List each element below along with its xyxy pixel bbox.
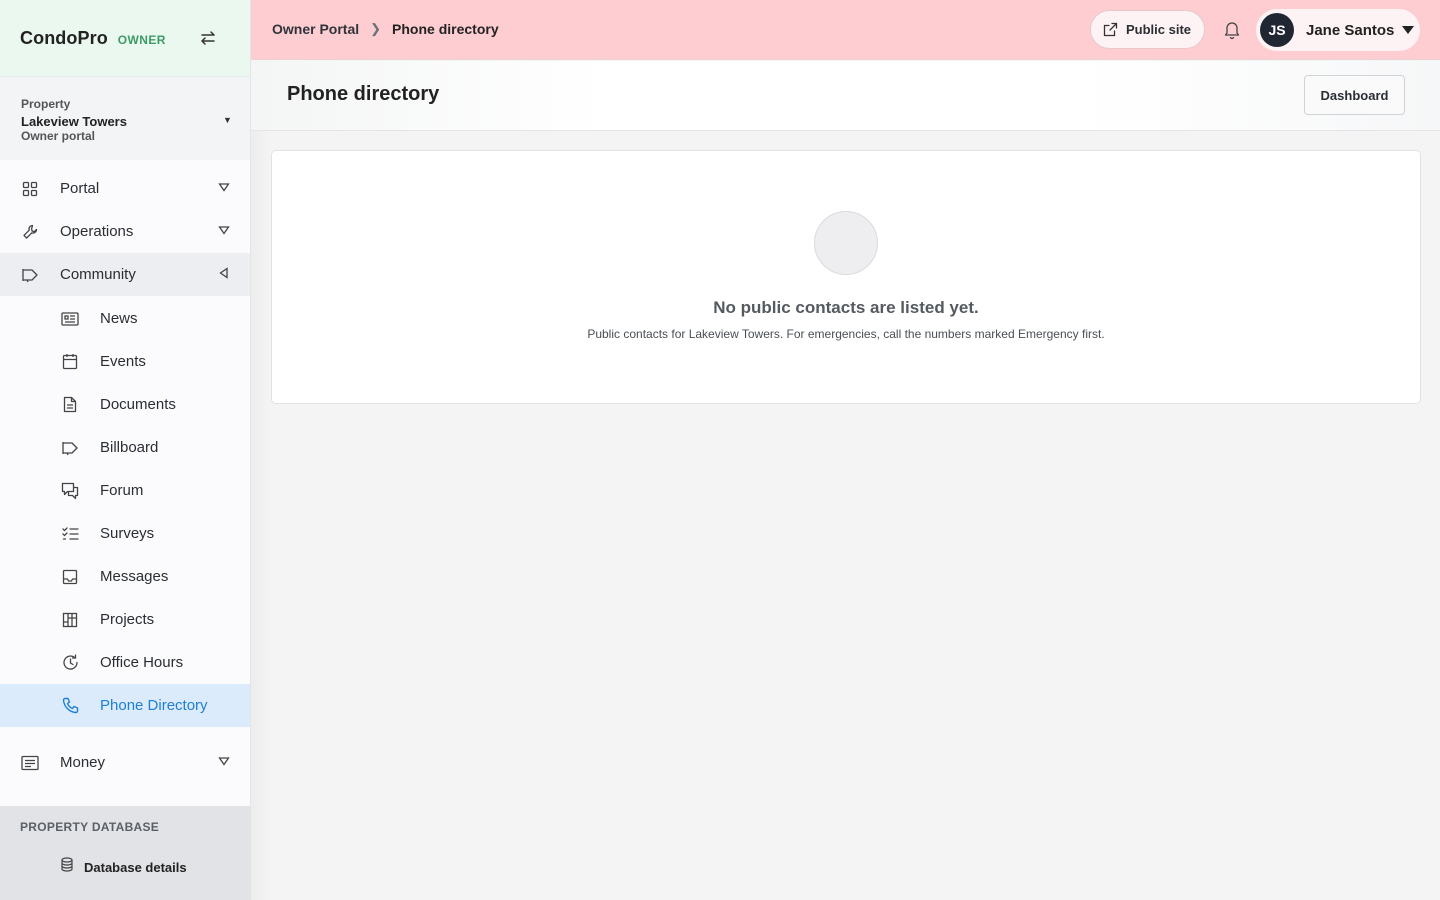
bell-icon[interactable] xyxy=(1223,20,1241,40)
avatar: JS xyxy=(1260,13,1294,47)
sidebar: CondoPro OWNER Property Lakeview Towers … xyxy=(0,0,251,900)
sidebar-item-label: Surveys xyxy=(100,525,155,542)
user-menu[interactable]: JS Jane Santos xyxy=(1256,9,1420,51)
sidebar-item-label: Office Hours xyxy=(100,654,184,671)
sidebar-item-surveys[interactable]: Surveys xyxy=(0,512,250,555)
chevron-down-icon xyxy=(218,757,230,766)
switch-arrows-icon[interactable] xyxy=(198,28,218,48)
inbox-icon xyxy=(60,567,80,587)
chevron-right-icon: ❯ xyxy=(370,21,382,36)
nav-label: Money xyxy=(60,754,106,771)
sidebar-item-label: Projects xyxy=(100,611,155,628)
breadcrumb-current: Phone directory xyxy=(392,21,499,37)
sidebar-item-label: Documents xyxy=(100,396,176,413)
sidebar-shadow xyxy=(251,131,269,900)
property-subtitle: Owner portal xyxy=(21,129,96,143)
caret-down-icon[interactable]: ▼ xyxy=(223,115,232,125)
megaphone-icon xyxy=(60,438,80,458)
checklist-icon xyxy=(60,524,80,544)
public-site-label: Public site xyxy=(1126,22,1192,37)
wrench-icon xyxy=(20,222,40,242)
breadcrumb: Owner Portal ❯ Phone directory xyxy=(272,21,499,37)
empty-state-title: No public contacts are listed yet. xyxy=(713,298,979,317)
sidebar-item-label: Billboard xyxy=(100,439,159,456)
sidebar-item-billboard[interactable]: Billboard xyxy=(0,426,250,469)
grid-icon xyxy=(60,610,80,630)
community-subnav: News Events Documents Billboard Forum Su… xyxy=(0,297,250,727)
brand-bar: CondoPro OWNER xyxy=(0,0,250,76)
section-title: PROPERTY DATABASE xyxy=(20,820,160,834)
page-title: Phone directory xyxy=(287,83,440,105)
sidebar-item-news[interactable]: News xyxy=(0,297,250,340)
user-name: Jane Santos xyxy=(1306,21,1395,39)
page-header: Phone directory Dashboard xyxy=(251,61,1440,131)
sidebar-item-messages[interactable]: Messages xyxy=(0,555,250,598)
nav-label: Community xyxy=(60,266,136,283)
main-nav: Portal Operations Community xyxy=(0,167,250,296)
property-name: Lakeview Towers xyxy=(21,114,127,129)
sidebar-item-phone-directory[interactable]: Phone Directory xyxy=(0,684,250,727)
receipt-icon xyxy=(20,753,40,773)
sidebar-item-documents[interactable]: Documents xyxy=(0,383,250,426)
empty-state-description: Public contacts for Lakeview Towers. For… xyxy=(587,327,1105,341)
chevron-left-icon xyxy=(219,267,228,279)
megaphone-icon xyxy=(20,265,40,285)
sidebar-item-events[interactable]: Events xyxy=(0,340,250,383)
sidebar-item-label: Phone Directory xyxy=(100,697,208,714)
sidebar-item-projects[interactable]: Projects xyxy=(0,598,250,641)
nav-item-operations[interactable]: Operations xyxy=(0,210,250,253)
top-bar: Owner Portal ❯ Phone directory Public si… xyxy=(251,0,1440,60)
sidebar-item-office-hours[interactable]: Office Hours xyxy=(0,641,250,684)
sidebar-item-label: Events xyxy=(100,353,146,370)
app-name: CondoPro xyxy=(20,27,108,48)
external-link-icon xyxy=(1103,22,1118,37)
empty-state-card: No public contacts are listed yet. Publi… xyxy=(271,150,1421,404)
grid-icon xyxy=(20,179,40,199)
public-site-button[interactable]: Public site xyxy=(1090,10,1205,49)
chevron-down-icon xyxy=(218,226,230,235)
property-label: Property xyxy=(21,97,71,111)
database-icon xyxy=(60,857,74,877)
nav-item-money[interactable]: Money xyxy=(0,741,250,784)
calendar-icon xyxy=(60,352,80,372)
empty-state-illustration xyxy=(814,211,878,275)
sidebar-item-forum[interactable]: Forum xyxy=(0,469,250,512)
document-icon xyxy=(60,395,80,415)
dashboard-button[interactable]: Dashboard xyxy=(1304,75,1405,115)
sidebar-item-label: Forum xyxy=(100,482,144,499)
sidebar-item-label: Messages xyxy=(100,568,169,585)
newspaper-icon xyxy=(60,309,80,329)
caret-down-icon xyxy=(1402,26,1414,34)
nav-item-portal[interactable]: Portal xyxy=(0,167,250,210)
clock-icon xyxy=(60,653,80,673)
nav-label: Operations xyxy=(60,223,134,240)
phone-icon xyxy=(60,696,80,716)
sidebar-item-label: News xyxy=(100,310,138,327)
sidebar-item-database-details[interactable]: Database details xyxy=(0,857,251,877)
sidebar-item-label: Database details xyxy=(84,859,187,875)
nav-item-community[interactable]: Community xyxy=(0,253,250,296)
chevron-down-icon xyxy=(218,183,230,192)
role-badge: OWNER xyxy=(117,32,166,47)
chat-icon xyxy=(60,481,80,501)
breadcrumb-root-link[interactable]: Owner Portal xyxy=(272,21,359,37)
property-database-section: PROPERTY DATABASE Database details xyxy=(0,806,251,900)
money-nav: Money xyxy=(0,741,250,784)
nav-label: Portal xyxy=(60,180,100,197)
property-selector[interactable]: Property Lakeview Towers Owner portal ▼ xyxy=(0,76,250,160)
